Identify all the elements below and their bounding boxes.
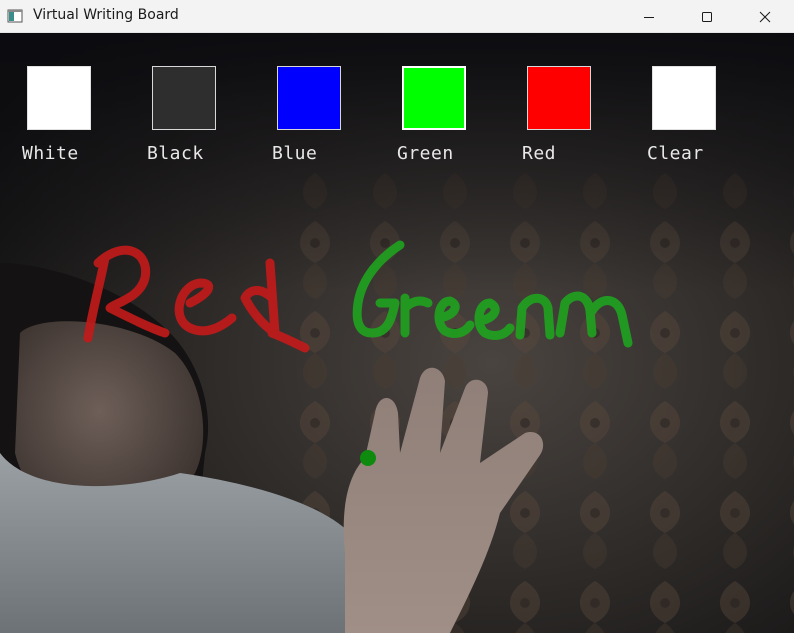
- camera-canvas[interactable]: White Black Blue Green Red Clear: [0, 33, 794, 633]
- close-icon: [759, 11, 771, 22]
- app-icon: [7, 9, 23, 23]
- label-blue: Blue: [272, 143, 318, 164]
- maximize-button[interactable]: [678, 0, 736, 33]
- label-white: White: [22, 143, 79, 164]
- label-red: Red: [522, 143, 557, 164]
- maximize-icon: [702, 11, 712, 22]
- swatch-blue[interactable]: [277, 66, 341, 130]
- minimize-button[interactable]: [620, 0, 678, 33]
- title-bar[interactable]: Virtual Writing Board: [0, 0, 794, 33]
- label-clear: Clear: [647, 143, 704, 164]
- label-green: Green: [397, 143, 454, 164]
- swatch-green[interactable]: [402, 66, 466, 130]
- label-black: Black: [147, 143, 204, 164]
- close-button[interactable]: [736, 0, 794, 33]
- swatch-white[interactable]: [27, 66, 91, 130]
- minimize-icon: [644, 16, 654, 18]
- app-window: Virtual Writing Board White Black Blue G…: [0, 0, 794, 633]
- clear-button[interactable]: [652, 66, 716, 130]
- window-title: Virtual Writing Board: [33, 7, 179, 23]
- swatch-black[interactable]: [152, 66, 216, 130]
- swatch-red[interactable]: [527, 66, 591, 130]
